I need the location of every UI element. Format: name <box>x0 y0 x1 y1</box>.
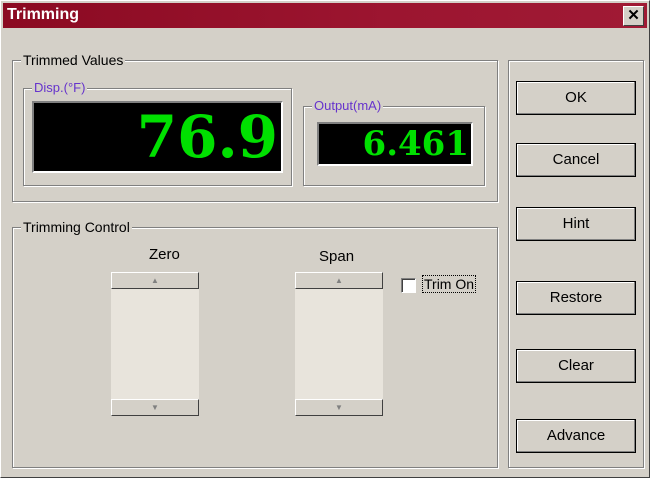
restore-button[interactable]: Restore <box>516 281 636 315</box>
zero-label: Zero <box>149 246 180 263</box>
disp-display: 76.9 <box>32 101 283 173</box>
title-bar[interactable]: Trimming ✕ <box>3 3 647 28</box>
trim-on-checkbox[interactable] <box>401 278 416 293</box>
span-scrollbar[interactable]: ▲ ▼ <box>295 272 383 416</box>
zero-scroll-down-button[interactable]: ▼ <box>111 399 199 416</box>
disp-label: Disp.(°F) <box>32 80 88 96</box>
trim-on-label[interactable]: Trim On <box>422 275 477 293</box>
disp-group: Disp.(°F) 76.9 <box>23 80 292 186</box>
span-scroll-down-button[interactable]: ▼ <box>295 399 383 416</box>
span-scroll-up-button[interactable]: ▲ <box>295 272 383 289</box>
output-label: Output(mA) <box>312 98 384 114</box>
clear-button[interactable]: Clear <box>516 349 636 383</box>
trimmed-values-group: Trimmed Values Disp.(°F) 76.9 Output(mA)… <box>12 52 498 202</box>
close-icon[interactable]: ✕ <box>623 6 644 26</box>
advance-button[interactable]: Advance <box>516 419 636 453</box>
ok-button[interactable]: OK <box>516 81 636 115</box>
output-group: Output(mA) 6.461 <box>303 98 485 186</box>
trimming-control-label: Trimming Control <box>21 219 132 235</box>
window-title: Trimming <box>7 6 80 23</box>
span-label: Span <box>319 248 355 265</box>
button-panel <box>508 60 644 468</box>
trimmed-values-label: Trimmed Values <box>21 52 126 68</box>
output-display: 6.461 <box>317 122 473 166</box>
trimming-dialog: Trimming ✕ Trimmed Values Disp.(°F) 76.9… <box>0 0 650 478</box>
zero-scrollbar[interactable]: ▲ ▼ <box>111 272 199 416</box>
trimming-control-group: Trimming Control Zero Span ▲ ▼ ▲ ▼ Trim … <box>12 219 498 468</box>
zero-scroll-up-button[interactable]: ▲ <box>111 272 199 289</box>
cancel-button[interactable]: Cancel <box>516 143 636 177</box>
hint-button[interactable]: Hint <box>516 207 636 241</box>
